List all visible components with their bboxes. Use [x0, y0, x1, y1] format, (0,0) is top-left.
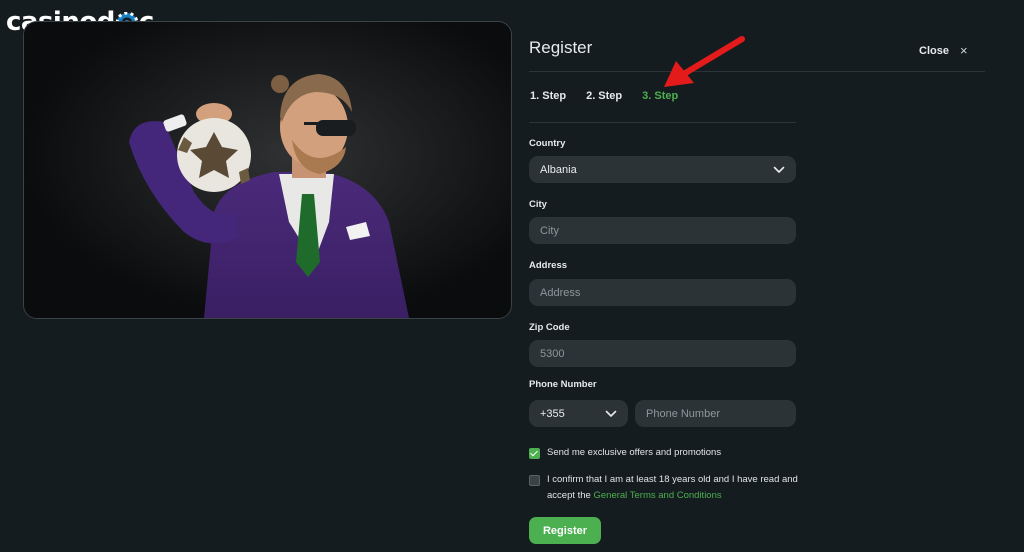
offers-checkbox[interactable]: [529, 448, 540, 459]
red-arrow-annotation-icon: [664, 36, 745, 87]
terms-checkbox-row: I confirm that I am at least 18 years ol…: [529, 472, 815, 504]
step-indicator: 1. Step 2. Step 3. Step: [530, 90, 678, 102]
register-title: Register: [529, 38, 593, 57]
offers-checkbox-row: Send me exclusive offers and promotions: [529, 445, 721, 461]
close-button[interactable]: Close ×: [919, 43, 968, 58]
terms-label: I confirm that I am at least 18 years ol…: [547, 472, 815, 504]
chevron-down-icon: [773, 166, 785, 173]
phone-number-label: Phone Number: [529, 379, 597, 390]
country-label: Country: [529, 138, 566, 149]
city-input[interactable]: City: [529, 217, 796, 244]
step-2-tab[interactable]: 2. Step: [586, 90, 622, 102]
offers-label: Send me exclusive offers and promotions: [547, 447, 722, 458]
terms-link[interactable]: General Terms and Conditions: [593, 490, 721, 501]
steps-divider: [529, 122, 796, 123]
city-label: City: [529, 199, 547, 210]
registration-page: casinod c: [0, 0, 1024, 552]
address-input[interactable]: Address: [529, 279, 796, 306]
header-divider: [529, 71, 985, 72]
hero-image: [23, 21, 512, 319]
man-with-football-illustration: [24, 22, 511, 318]
zip-code-input[interactable]: 5300: [529, 340, 796, 367]
address-label: Address: [529, 260, 568, 271]
chevron-down-icon: [605, 410, 617, 417]
country-code-select[interactable]: +355: [529, 400, 628, 427]
country-code-value: +355: [540, 407, 565, 420]
step-1-tab[interactable]: 1. Step: [530, 90, 566, 102]
country-select[interactable]: Albania: [529, 156, 796, 183]
terms-checkbox[interactable]: [529, 475, 540, 486]
zip-code-label: Zip Code: [529, 322, 570, 333]
country-value: Albania: [540, 163, 577, 176]
close-icon: ×: [959, 43, 968, 58]
register-button[interactable]: Register: [529, 517, 601, 544]
close-label: Close: [919, 44, 949, 57]
phone-number-input[interactable]: Phone Number: [635, 400, 796, 427]
